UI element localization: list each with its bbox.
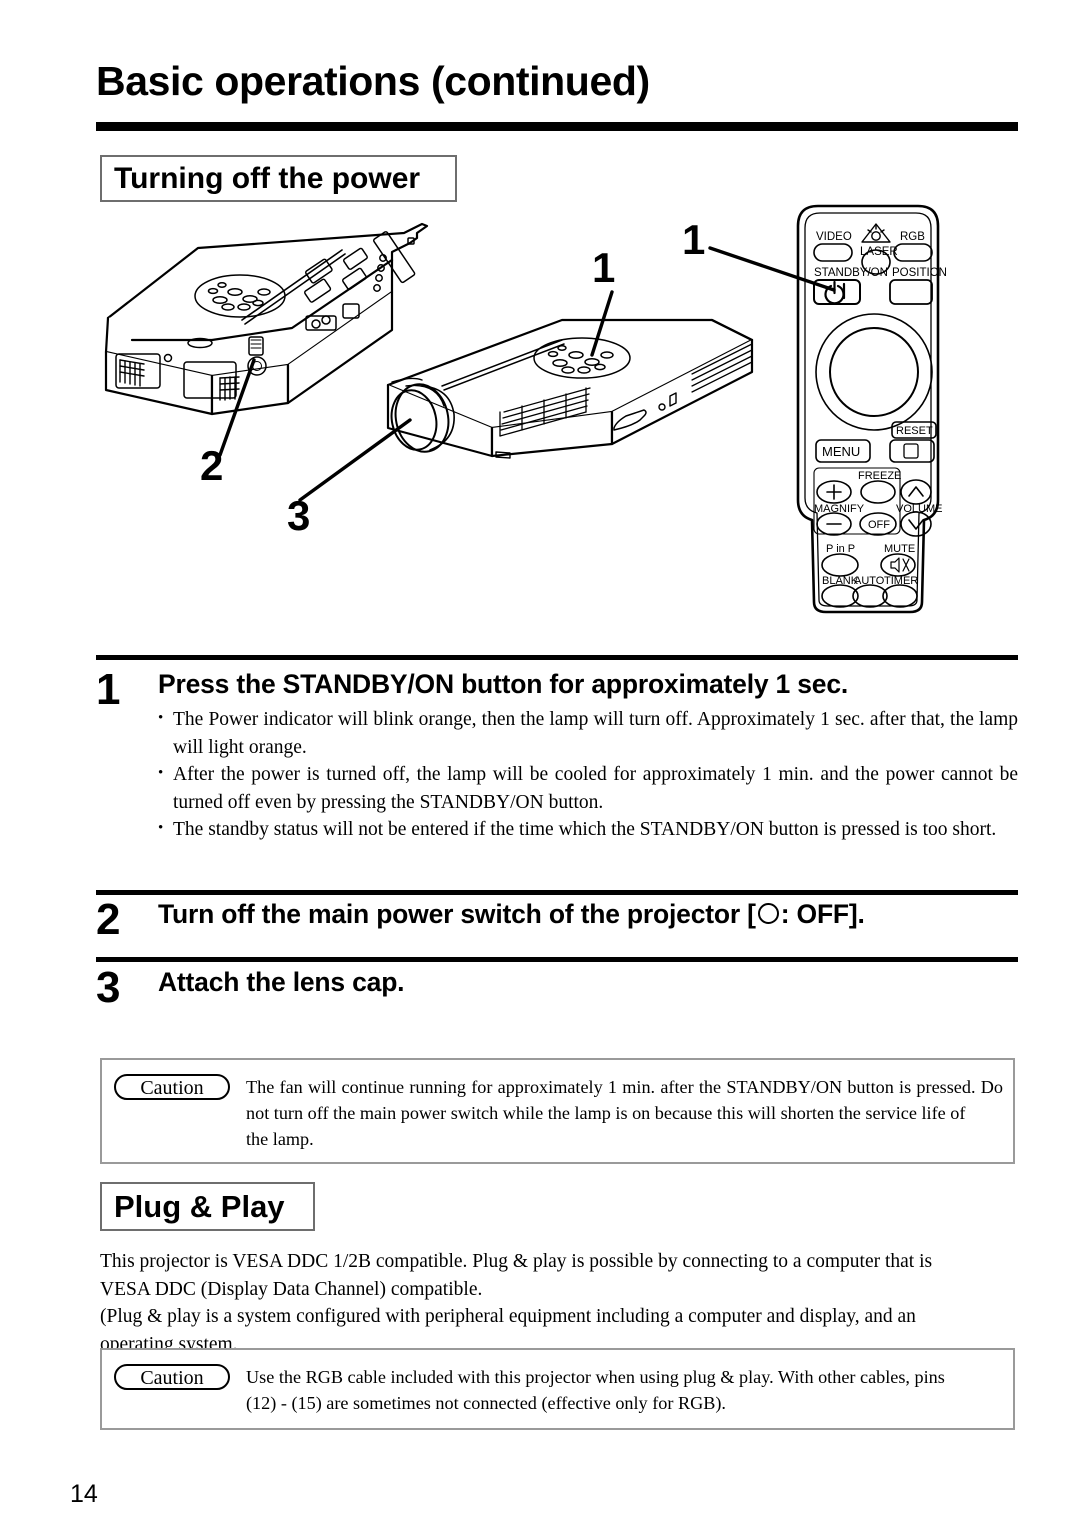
illustration-group: 2 3 1 VIDEO LASER RGB STANDBY/ON POSITIO… [92,200,992,630]
step-1-bullet: After the power is turned off, the lamp … [158,760,1018,816]
remote-label-pinp: P in P [826,543,855,555]
remote-label-video: VIDEO [816,231,852,243]
caution-text: Use the RGB cable included with this pro… [246,1364,1003,1416]
section-heading-turning-off-power: Turning off the power [100,155,457,202]
callout-number-2: 2 [200,442,223,489]
section-heading-label: Turning off the power [114,161,421,195]
page-title: Basic operations (continued) [96,58,650,104]
caution-text: The fan will continue running for approx… [246,1074,1003,1152]
page-number: 14 [70,1480,98,1508]
remote-label-position: POSITION [892,267,947,279]
step-1-number: 1 [96,665,121,714]
projector-rear-view-illustration [104,222,429,416]
caution-body-last: the lamp. [246,1129,314,1149]
projector-and-remote-illustration: 2 3 1 VIDEO LASER RGB STANDBY/ON POSITIO… [104,204,947,614]
plug-and-play-paragraph-1: This projector is VESA DDC 1/2B compatib… [100,1248,1015,1303]
step-1-bullet: The Power indicator will blink orange, t… [158,705,1018,761]
power-off-circle-icon [757,903,779,924]
callout-number-3: 3 [287,492,310,539]
caution-body-last: (12) - (15) are sometimes not connected … [246,1393,726,1413]
pp-p2: (Plug & play is a system configured with… [100,1306,916,1327]
step-1: 1 Press the STANDBY/ON button for approx… [96,668,1018,844]
remote-label-standby-on: STANDBY/ON [814,267,888,279]
step-2: 2 Turn off the main power switch of the … [96,898,1018,942]
section-heading-label: Plug & Play [114,1188,285,1224]
pp-p1-last: VESA DDC (Display Data Channel) compatib… [100,1278,483,1300]
step-2-heading-after: : OFF]. [780,899,865,929]
caution-label: Caution [114,1074,230,1100]
step-2-heading: Turn off the main power switch of the pr… [158,898,1018,931]
step-3-number: 3 [96,963,121,1012]
remote-label-freeze: FREEZE [858,470,901,482]
title-divider [96,122,1018,131]
caution-body: Use the RGB cable included with this pro… [246,1367,945,1387]
step-3-divider [96,957,1018,962]
remote-label-volume: VOLUME [896,503,942,515]
remote-label-rgb: RGB [900,231,925,243]
remote-label-reset: RESET [896,425,933,437]
caution-box-power: Caution The fan will continue running fo… [100,1058,1015,1164]
remote-label-magnify-off: OFF [868,519,890,531]
step-3-heading: Attach the lens cap. [158,967,405,997]
step-3: 3 Attach the lens cap. [96,966,1018,1010]
step-1-bullet: The standby status will not be entered i… [158,815,1018,844]
step-1-divider [96,655,1018,660]
projector-front-view-illustration [386,318,754,459]
callout-number-1-remote: 1 [682,216,705,263]
caution-body: The fan will continue running for approx… [246,1077,1003,1123]
remote-label-laser: LASER [860,246,898,258]
section-heading-plug-and-play: Plug & Play [100,1182,315,1231]
callout-leader-3 [298,418,412,502]
step-2-divider [96,890,1018,895]
pp-p1: This projector is VESA DDC 1/2B compatib… [100,1251,933,1272]
caution-label: Caution [114,1364,230,1390]
step-1-bullets: The Power indicator will blink orange, t… [158,705,1018,844]
remote-label-menu: MENU [822,444,860,459]
remote-control-illustration: VIDEO LASER RGB STANDBY/ON POSITION RESE… [796,204,947,614]
caution-box-rgb-cable: Caution Use the RGB cable included with … [100,1348,1015,1430]
plug-and-play-body: This projector is VESA DDC 1/2B compatib… [100,1248,1015,1358]
step-1-heading: Press the STANDBY/ON button for approxim… [158,669,849,699]
callout-number-1: 1 [592,244,615,291]
step-2-number: 2 [96,895,121,944]
step-2-heading-before: Turn off the main power switch of the pr… [158,899,756,929]
manual-page: Basic operations (continued) Turning off… [0,0,1080,1537]
remote-label-mute: MUTE [884,543,915,555]
